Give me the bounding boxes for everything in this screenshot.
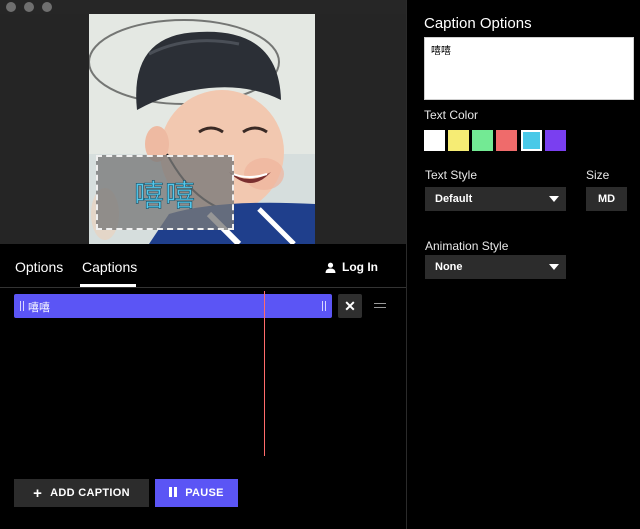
close-icon: ✕ bbox=[344, 297, 356, 314]
color-swatch-cyan[interactable] bbox=[521, 130, 542, 151]
add-caption-button[interactable]: + ADD CAPTION bbox=[14, 479, 149, 507]
color-swatch-purple[interactable] bbox=[545, 130, 566, 151]
size-value: MD bbox=[597, 193, 616, 205]
close-window-dot[interactable] bbox=[6, 2, 16, 12]
active-tab-indicator bbox=[80, 284, 136, 287]
size-select[interactable]: MD bbox=[586, 187, 627, 211]
track-end-handle[interactable] bbox=[322, 301, 326, 311]
text-style-value: Default bbox=[435, 193, 473, 205]
chevron-down-icon bbox=[549, 264, 559, 270]
window-titlebar bbox=[0, 0, 406, 14]
video-preview: 嘻嘻 bbox=[0, 14, 406, 244]
caption-options-panel: Caption Options 嘻嘻 Text Color Text Style… bbox=[406, 0, 640, 529]
track-caption-label: 嘻嘻 bbox=[28, 301, 50, 314]
add-caption-label: ADD CAPTION bbox=[50, 487, 130, 499]
caption-overlay-box[interactable]: 嘻嘻 bbox=[96, 155, 234, 230]
chevron-down-icon bbox=[549, 196, 559, 202]
color-swatch-red[interactable] bbox=[496, 130, 517, 151]
editor-pane: 嘻嘻 Options Captions Log In bbox=[0, 14, 406, 529]
caption-text-area[interactable]: 嘻嘻 bbox=[424, 37, 634, 100]
animation-style-value: None bbox=[435, 261, 463, 273]
plus-icon: + bbox=[33, 484, 43, 502]
color-swatch-yellow[interactable] bbox=[448, 130, 469, 151]
track-start-handle[interactable] bbox=[20, 301, 24, 311]
color-swatch-white[interactable] bbox=[424, 130, 445, 151]
color-swatch-green[interactable] bbox=[472, 130, 493, 151]
delete-caption-button[interactable]: ✕ bbox=[338, 294, 362, 318]
minimize-window-dot[interactable] bbox=[24, 2, 34, 12]
panel-title: Caption Options bbox=[424, 15, 532, 32]
animation-style-select[interactable]: None bbox=[425, 255, 566, 279]
pause-icon bbox=[169, 486, 178, 500]
tab-options[interactable]: Options bbox=[15, 259, 63, 275]
text-style-label: Text Style bbox=[425, 168, 478, 182]
animation-style-label: Animation Style bbox=[425, 239, 509, 253]
zoom-window-dot[interactable] bbox=[42, 2, 52, 12]
user-icon bbox=[325, 262, 336, 273]
pause-button[interactable]: PAUSE bbox=[155, 479, 238, 507]
login-label: Log In bbox=[342, 260, 378, 274]
login-button[interactable]: Log In bbox=[325, 260, 378, 274]
pause-label: PAUSE bbox=[185, 487, 224, 499]
playhead[interactable] bbox=[264, 291, 265, 456]
size-label: Size bbox=[586, 168, 610, 182]
text-color-label: Text Color bbox=[424, 108, 479, 122]
drag-handle-icon[interactable] bbox=[374, 303, 386, 308]
tab-captions[interactable]: Captions bbox=[82, 259, 137, 275]
tab-bar: Options Captions Log In bbox=[0, 244, 406, 288]
caption-overlay-text: 嘻嘻 bbox=[134, 178, 196, 214]
caption-track[interactable]: 嘻嘻 bbox=[14, 294, 332, 318]
text-style-select[interactable]: Default bbox=[425, 187, 566, 211]
